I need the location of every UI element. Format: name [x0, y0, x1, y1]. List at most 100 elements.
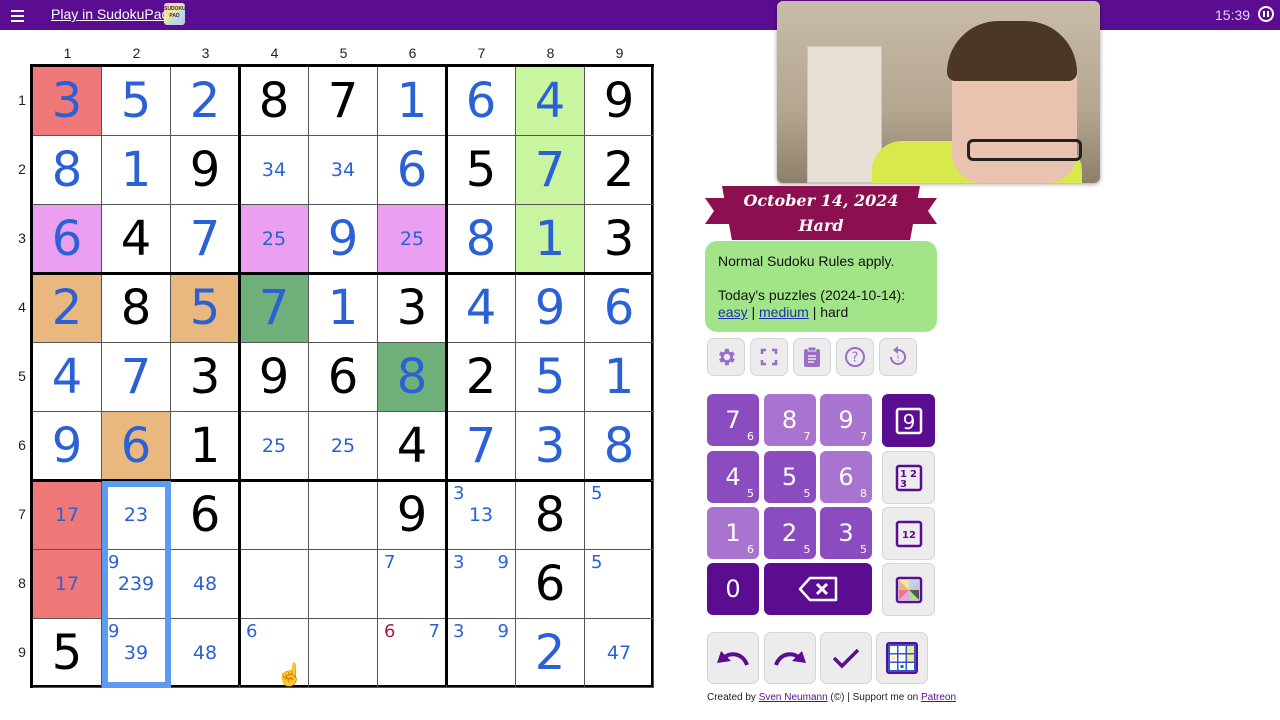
cell-r6c1[interactable]: 9: [33, 412, 102, 481]
cell-r8c9[interactable]: 5: [585, 550, 654, 619]
cell-r6c3[interactable]: 1: [171, 412, 240, 481]
fullscreen-button[interactable]: [750, 338, 788, 376]
check-button[interactable]: [820, 632, 872, 684]
cell-r4c7[interactable]: 4: [447, 274, 516, 343]
cell-r4c2[interactable]: 8: [102, 274, 171, 343]
key-9[interactable]: 97: [820, 394, 872, 446]
cell-r1c1[interactable]: 3: [33, 67, 102, 136]
key-0[interactable]: 0: [707, 563, 759, 615]
cell-r8c4[interactable]: [240, 550, 309, 619]
key-6[interactable]: 68: [820, 450, 872, 503]
cell-r4c3[interactable]: 5: [171, 274, 240, 343]
key-4[interactable]: 45: [707, 450, 759, 503]
cell-r6c8[interactable]: 3: [516, 412, 585, 481]
cell-r1c7[interactable]: 6: [447, 67, 516, 136]
cell-r8c1[interactable]: 17: [33, 550, 102, 619]
cell-r1c8[interactable]: 4: [516, 67, 585, 136]
cell-r8c5[interactable]: [309, 550, 378, 619]
cell-r2c7[interactable]: 5: [447, 136, 516, 205]
cell-r5c8[interactable]: 5: [516, 343, 585, 412]
hamburger-menu-icon[interactable]: [8, 5, 28, 25]
cell-r2c5[interactable]: 34: [309, 136, 378, 205]
cell-r3c6[interactable]: 25: [378, 205, 447, 274]
patreon-link[interactable]: Patreon: [921, 692, 956, 703]
cell-r6c4[interactable]: 25: [240, 412, 309, 481]
cell-r2c6[interactable]: 6: [378, 136, 447, 205]
color-mode-button[interactable]: [882, 563, 935, 616]
cell-r4c1[interactable]: 2: [33, 274, 102, 343]
medium-link[interactable]: medium: [759, 304, 809, 320]
cell-r3c2[interactable]: 4: [102, 205, 171, 274]
cell-r7c2[interactable]: 23: [102, 481, 171, 550]
cell-r5c9[interactable]: 1: [585, 343, 654, 412]
settings-button[interactable]: [707, 338, 745, 376]
cell-r3c4[interactable]: 25: [240, 205, 309, 274]
cell-r4c6[interactable]: 3: [378, 274, 447, 343]
cell-r3c3[interactable]: 7: [171, 205, 240, 274]
cell-r5c4[interactable]: 9: [240, 343, 309, 412]
cell-r9c9[interactable]: 47: [585, 619, 654, 688]
cell-r7c7[interactable]: 13 3: [447, 481, 516, 550]
key-8[interactable]: 87: [763, 394, 816, 446]
cell-r4c5[interactable]: 1: [309, 274, 378, 343]
cell-r3c7[interactable]: 8: [447, 205, 516, 274]
cell-r7c1[interactable]: 17: [33, 481, 102, 550]
cell-r4c9[interactable]: 6: [585, 274, 654, 343]
cell-r4c4[interactable]: 7: [240, 274, 309, 343]
cell-r3c5[interactable]: 9: [309, 205, 378, 274]
cell-r1c9[interactable]: 9: [585, 67, 654, 136]
easy-link[interactable]: easy: [718, 304, 748, 320]
cell-r9c6[interactable]: 67: [378, 619, 447, 688]
cell-r9c3[interactable]: 48: [171, 619, 240, 688]
cell-r6c6[interactable]: 4: [378, 412, 447, 481]
key-1[interactable]: 16: [707, 507, 759, 559]
cell-r6c2[interactable]: 6: [102, 412, 171, 481]
cell-r3c8[interactable]: 1: [516, 205, 585, 274]
cell-r1c4[interactable]: 8: [240, 67, 309, 136]
clipboard-button[interactable]: [793, 338, 831, 376]
cell-r5c2[interactable]: 7: [102, 343, 171, 412]
normal-mode-button[interactable]: 9: [882, 394, 935, 447]
help-button[interactable]: ?: [836, 338, 874, 376]
cell-r6c9[interactable]: 8: [585, 412, 654, 481]
cell-r9c4[interactable]: 6: [240, 619, 309, 688]
delete-button[interactable]: [764, 563, 872, 615]
cell-r7c9[interactable]: 5: [585, 481, 654, 550]
cell-r5c5[interactable]: 6: [309, 343, 378, 412]
cell-r8c2[interactable]: 239 9: [102, 550, 171, 619]
cell-r1c2[interactable]: 5: [102, 67, 171, 136]
cell-r1c6[interactable]: 1: [378, 67, 447, 136]
sudoku-grid[interactable]: 3 5 2 8 7 1 6 4 9 8 1 9 34 34 6 5 7 2 6 4 7 25 9 25 8 1 3 2 8 5 7 1 3 4 9 6…: [30, 64, 654, 688]
cell-r7c8[interactable]: 8: [516, 481, 585, 550]
cell-r8c8[interactable]: 6: [516, 550, 585, 619]
corner-mode-button[interactable]: 123: [882, 451, 935, 504]
cell-r6c5[interactable]: 25: [309, 412, 378, 481]
cell-r5c3[interactable]: 3: [171, 343, 240, 412]
play-in-sudokupad-link[interactable]: Play in SudokuPad: [51, 6, 169, 22]
cell-r4c8[interactable]: 9: [516, 274, 585, 343]
key-7[interactable]: 76: [707, 394, 759, 446]
cell-r6c7[interactable]: 7: [447, 412, 516, 481]
restart-button[interactable]: !: [879, 338, 917, 376]
cell-r7c3[interactable]: 6: [171, 481, 240, 550]
cell-r9c5[interactable]: [309, 619, 378, 688]
cell-r2c9[interactable]: 2: [585, 136, 654, 205]
cell-r5c6[interactable]: 8: [378, 343, 447, 412]
cell-r8c3[interactable]: 48: [171, 550, 240, 619]
cell-r7c6[interactable]: 9: [378, 481, 447, 550]
cell-r2c3[interactable]: 9: [171, 136, 240, 205]
center-mode-button[interactable]: 12: [882, 507, 935, 560]
cell-r5c1[interactable]: 4: [33, 343, 102, 412]
key-5[interactable]: 55: [763, 450, 816, 503]
undo-button[interactable]: [707, 632, 759, 684]
cell-r9c8[interactable]: 2: [516, 619, 585, 688]
cell-r2c2[interactable]: 1: [102, 136, 171, 205]
cell-r2c4[interactable]: 34: [240, 136, 309, 205]
pause-icon[interactable]: [1258, 6, 1274, 22]
author-link[interactable]: Sven Neumann: [759, 692, 828, 703]
grid-view-button[interactable]: [876, 632, 928, 684]
key-2[interactable]: 25: [763, 507, 816, 559]
cell-r9c1[interactable]: 5: [33, 619, 102, 688]
cell-r7c4[interactable]: [240, 481, 309, 550]
cell-r9c2[interactable]: 39 9: [102, 619, 171, 688]
